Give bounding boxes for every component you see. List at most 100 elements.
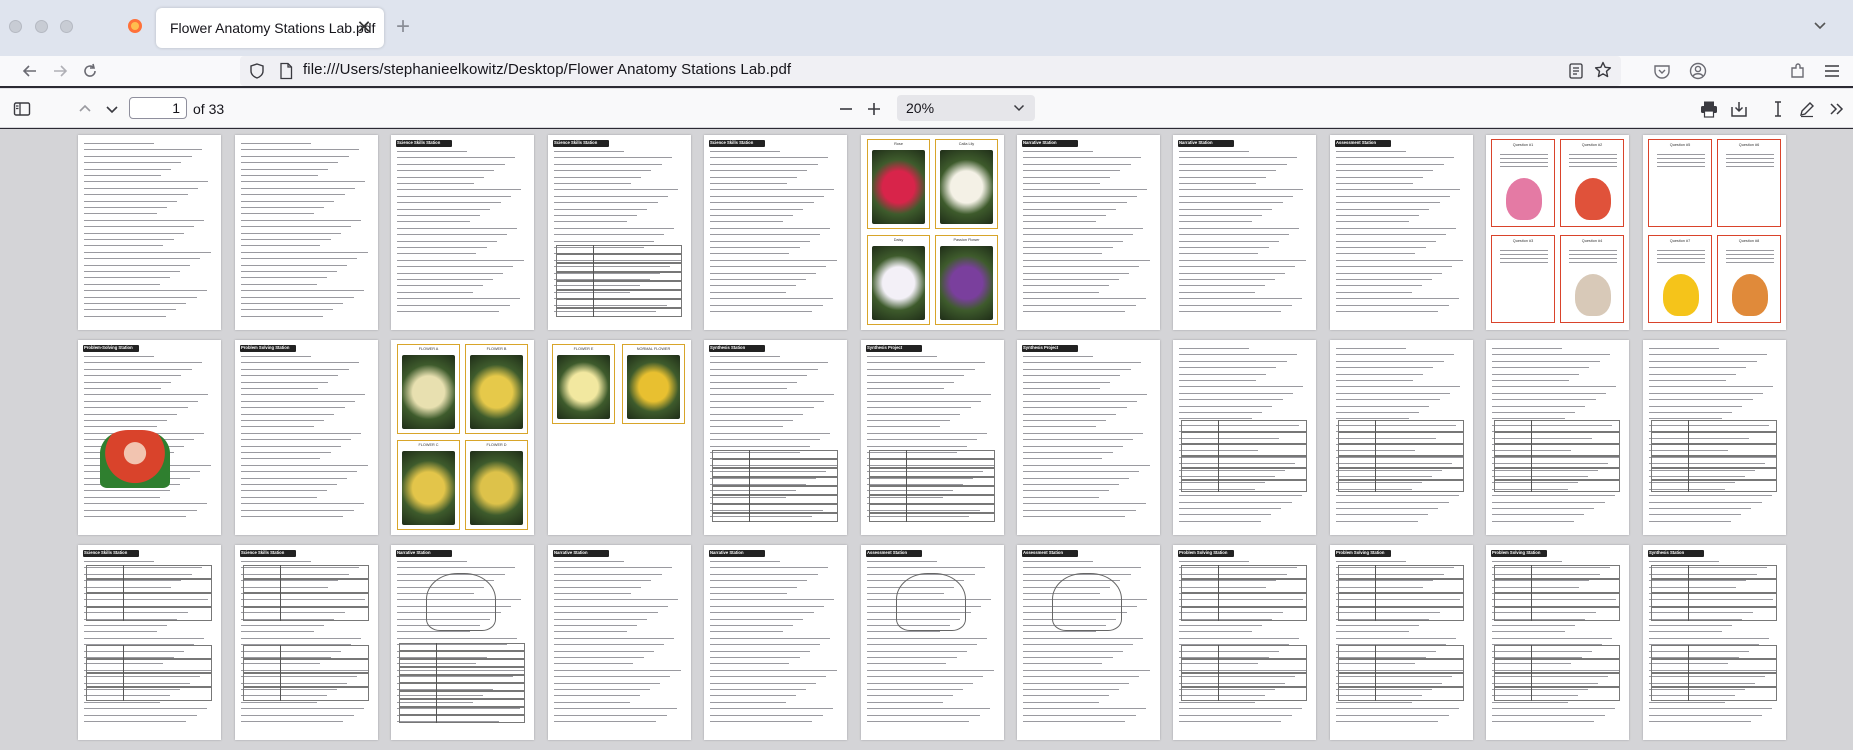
zoom-select[interactable]: 20% <box>897 95 1035 121</box>
text-line <box>710 573 818 575</box>
text-line <box>1023 240 1123 242</box>
page-thumbnail[interactable]: Synthesis Station <box>704 340 847 535</box>
station-title: Assessment Station <box>1023 550 1064 555</box>
reload-icon[interactable] <box>80 61 100 81</box>
page-thumbnail[interactable]: Problem Solving Station <box>1330 545 1473 740</box>
page-thumbnail[interactable]: Science Skills Station <box>704 135 847 330</box>
page-thumbnail[interactable]: Assessment Station <box>1017 545 1160 740</box>
page-icon[interactable] <box>278 62 294 80</box>
save-download-icon[interactable] <box>1729 99 1749 119</box>
table-cell <box>399 667 525 675</box>
forward-arrow-icon[interactable] <box>50 61 70 81</box>
app-menu-hamburger-icon[interactable] <box>1822 61 1842 81</box>
page-thumbnail[interactable] <box>78 135 221 330</box>
tracking-protection-shield-icon[interactable] <box>248 62 266 80</box>
text-line <box>867 701 943 703</box>
text-line <box>1179 412 1263 413</box>
account-icon[interactable] <box>1688 61 1708 81</box>
toggle-sidebar-icon[interactable] <box>12 99 32 119</box>
table-cell <box>399 691 525 699</box>
page-thumbnail[interactable]: Synthesis Project <box>1017 340 1160 535</box>
page-thumbnail[interactable]: Science Skills Station <box>78 545 221 740</box>
next-page-chevron-down-icon[interactable] <box>102 99 122 119</box>
tab-close-icon[interactable]: ✕ <box>354 17 374 37</box>
page-thumbnail[interactable]: Problem Solving Station <box>1486 545 1629 740</box>
table-cell <box>1651 468 1777 480</box>
pdf-viewer-page-grid[interactable]: Science Skills Station Science Skills Sta… <box>0 129 1853 750</box>
page-thumbnail[interactable]: Synthesis Station <box>1643 545 1786 740</box>
minimize-window-button[interactable] <box>35 20 48 33</box>
tab-active[interactable]: Flower Anatomy Stations Lab.pdf ✕ <box>156 8 384 48</box>
text-cursor-icon[interactable] <box>1768 99 1788 119</box>
page-thumbnail[interactable]: Narrative Station <box>1017 135 1160 330</box>
page-thumbnail[interactable]: Narrative Station <box>1173 135 1316 330</box>
text-line <box>1023 298 1146 300</box>
text-line <box>1179 701 1255 703</box>
pocket-icon[interactable] <box>1652 61 1672 81</box>
flower-image <box>872 246 925 320</box>
page-thumbnail[interactable]: Narrative Station <box>391 545 534 740</box>
page-thumbnail[interactable]: FLOWER A FLOWER B FLOWER C FLOWER D <box>391 340 534 535</box>
zoom-in-icon[interactable] <box>864 99 884 119</box>
bookmark-star-icon[interactable] <box>1593 60 1613 80</box>
page-thumbnail[interactable]: Science Skills Station <box>391 135 534 330</box>
page-thumbnail[interactable]: Assessment Station <box>861 545 1004 740</box>
page-thumbnail[interactable]: Problem Solving Station <box>1173 545 1316 740</box>
print-icon[interactable] <box>1699 99 1719 119</box>
firefox-view-icon[interactable] <box>127 18 143 34</box>
page-thumbnail[interactable]: Rose Calla Lily Daisy Passion Flower <box>861 135 1004 330</box>
text-line <box>1023 721 1126 722</box>
page-thumbnail[interactable]: FLOWER E NORMAL FLOWER <box>548 340 691 535</box>
more-tools-chevrons-icon[interactable] <box>1827 99 1847 119</box>
reader-view-icon[interactable] <box>1567 62 1585 80</box>
page-thumbnail[interactable] <box>1173 340 1316 535</box>
text-line <box>1726 254 1774 255</box>
page-thumbnail[interactable]: Science Skills Station <box>235 545 378 740</box>
table-cell <box>712 486 838 495</box>
page-thumbnail[interactable]: Question #1 Question #2 Question #3 Questio… <box>1486 135 1629 330</box>
page-thumbnail[interactable] <box>235 135 378 330</box>
page-thumbnail[interactable]: Assessment Station <box>1330 135 1473 330</box>
text-line <box>84 239 174 240</box>
text-line <box>1336 291 1412 293</box>
flower-line-drawing <box>426 573 496 631</box>
table-divider <box>1218 565 1219 621</box>
text-line <box>710 625 794 626</box>
draw-pen-icon[interactable] <box>1797 99 1817 119</box>
close-window-button[interactable] <box>9 20 22 33</box>
table-divider <box>280 645 281 701</box>
list-all-tabs-chevron-down-icon[interactable] <box>1813 18 1827 32</box>
extensions-puzzle-icon[interactable] <box>1788 61 1808 81</box>
zoom-out-icon[interactable] <box>836 99 856 119</box>
url-text[interactable]: file:///Users/stephanieelkowitz/Desktop/… <box>303 61 791 78</box>
page-thumbnail[interactable]: Question #5 Question #6 Question #7 Questio… <box>1643 135 1786 330</box>
page-thumbnail[interactable]: Narrative Station <box>548 545 691 740</box>
table-cell <box>712 495 838 504</box>
page-thumbnail[interactable] <box>1486 340 1629 535</box>
table-cell <box>1181 673 1307 687</box>
page-thumbnail[interactable]: Synthesis Project <box>861 340 1004 535</box>
table-cell <box>1181 579 1307 593</box>
text-line <box>1179 253 1259 255</box>
page-thumbnail[interactable] <box>1643 340 1786 535</box>
new-tab-button[interactable]: + <box>396 15 410 39</box>
page-thumbnail[interactable]: Science Skills Station <box>548 135 691 330</box>
text-line <box>1649 714 1762 716</box>
back-arrow-icon[interactable] <box>20 61 40 81</box>
page-thumbnail[interactable]: Narrative Station <box>704 545 847 740</box>
text-line <box>554 234 665 236</box>
url-bar[interactable]: file:///Users/stephanieelkowitz/Desktop/… <box>240 56 1621 86</box>
page-thumbnail[interactable]: Problem Solving Station <box>235 340 378 535</box>
text-line <box>867 689 963 690</box>
page-number-input[interactable]: 1 <box>129 97 187 119</box>
table-divider <box>1531 565 1532 621</box>
previous-page-chevron-up-icon[interactable] <box>75 99 95 119</box>
maximize-window-button[interactable] <box>60 20 73 33</box>
text-line <box>710 381 798 383</box>
text-line <box>1179 208 1273 210</box>
question-card: Question #3 <box>1491 235 1555 323</box>
page-thumbnail[interactable]: Problem-Solving Station <box>78 340 221 535</box>
text-line <box>1023 452 1113 453</box>
page-thumbnail[interactable] <box>1330 340 1473 535</box>
text-line <box>1023 689 1119 690</box>
